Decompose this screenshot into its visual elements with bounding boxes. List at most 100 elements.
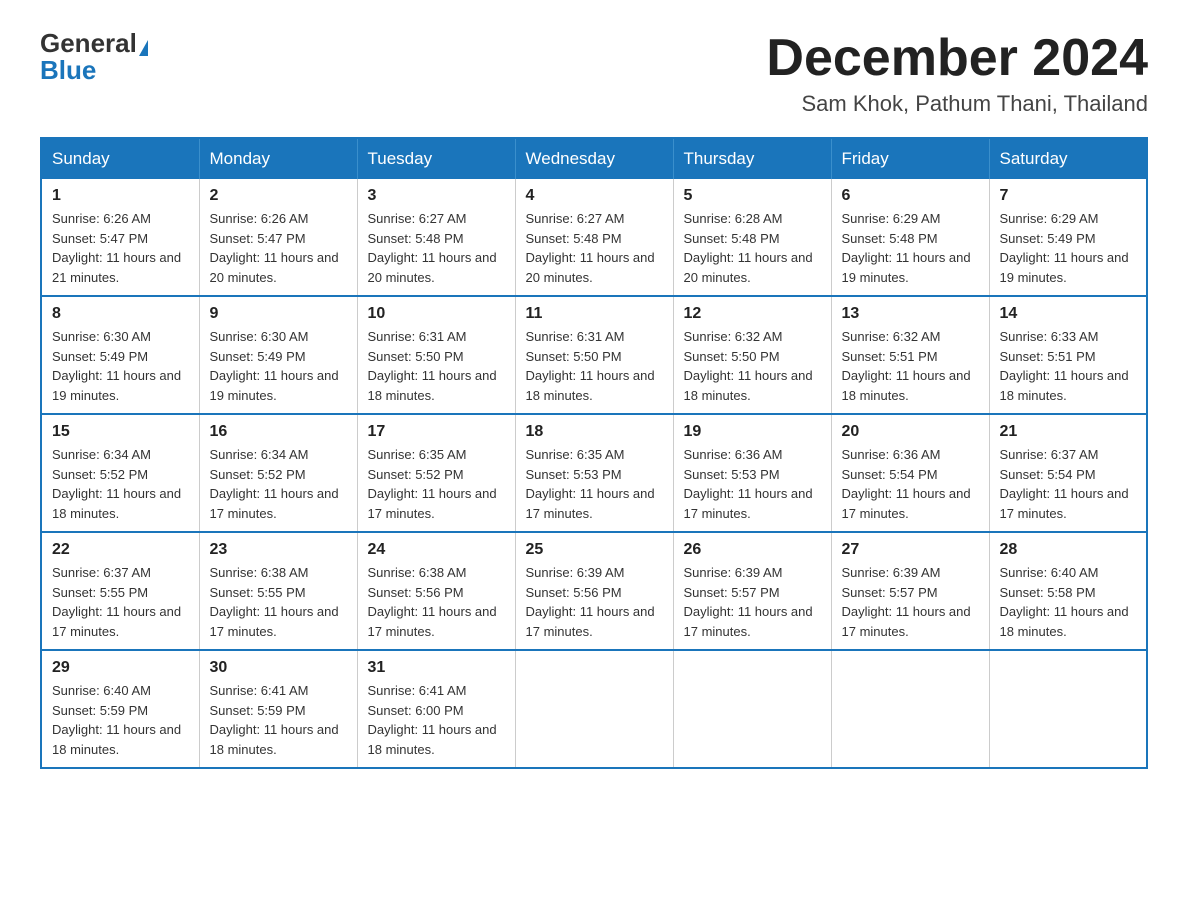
day-info: Sunrise: 6:41 AMSunset: 6:00 PMDaylight:… bbox=[368, 681, 505, 759]
logo-general-text: General bbox=[40, 28, 137, 58]
logo-triangle-icon bbox=[139, 40, 148, 56]
day-number: 19 bbox=[684, 423, 821, 441]
day-number: 21 bbox=[1000, 423, 1137, 441]
day-info: Sunrise: 6:26 AMSunset: 5:47 PMDaylight:… bbox=[52, 209, 189, 287]
calendar-week-4: 22 Sunrise: 6:37 AMSunset: 5:55 PMDayligh… bbox=[41, 532, 1147, 650]
calendar-week-2: 8 Sunrise: 6:30 AMSunset: 5:49 PMDaylight… bbox=[41, 296, 1147, 414]
calendar-cell: 20 Sunrise: 6:36 AMSunset: 5:54 PMDayligh… bbox=[831, 414, 989, 532]
calendar-cell: 24 Sunrise: 6:38 AMSunset: 5:56 PMDayligh… bbox=[357, 532, 515, 650]
day-number: 29 bbox=[52, 659, 189, 677]
day-number: 3 bbox=[368, 187, 505, 205]
calendar-cell: 14 Sunrise: 6:33 AMSunset: 5:51 PMDayligh… bbox=[989, 296, 1147, 414]
day-number: 23 bbox=[210, 541, 347, 559]
header-day-tuesday: Tuesday bbox=[357, 138, 515, 179]
calendar-cell: 29 Sunrise: 6:40 AMSunset: 5:59 PMDayligh… bbox=[41, 650, 199, 768]
day-info: Sunrise: 6:31 AMSunset: 5:50 PMDaylight:… bbox=[526, 327, 663, 405]
day-info: Sunrise: 6:30 AMSunset: 5:49 PMDaylight:… bbox=[210, 327, 347, 405]
location-text: Sam Khok, Pathum Thani, Thailand bbox=[766, 91, 1148, 117]
calendar-cell: 26Sunrise: 6:39 AMSunset: 5:57 PMDayligh… bbox=[673, 532, 831, 650]
day-number: 11 bbox=[526, 305, 663, 323]
day-number: 12 bbox=[684, 305, 821, 323]
day-number: 20 bbox=[842, 423, 979, 441]
day-number: 5 bbox=[684, 187, 821, 205]
header-day-friday: Friday bbox=[831, 138, 989, 179]
calendar-table: SundayMondayTuesdayWednesdayThursdayFrid… bbox=[40, 137, 1148, 769]
day-number: 25 bbox=[526, 541, 663, 559]
calendar-cell: 8 Sunrise: 6:30 AMSunset: 5:49 PMDaylight… bbox=[41, 296, 199, 414]
day-info: Sunrise: 6:32 AMSunset: 5:50 PMDaylight:… bbox=[684, 327, 821, 405]
header-day-thursday: Thursday bbox=[673, 138, 831, 179]
day-number: 17 bbox=[368, 423, 505, 441]
day-info: Sunrise: 6:29 AMSunset: 5:48 PMDaylight:… bbox=[842, 209, 979, 287]
day-info: Sunrise: 6:29 AMSunset: 5:49 PMDaylight:… bbox=[1000, 209, 1137, 287]
calendar-cell: 16 Sunrise: 6:34 AMSunset: 5:52 PMDayligh… bbox=[199, 414, 357, 532]
calendar-cell: 2Sunrise: 6:26 AMSunset: 5:47 PMDaylight… bbox=[199, 179, 357, 296]
day-info: Sunrise: 6:35 AMSunset: 5:53 PMDaylight:… bbox=[526, 445, 663, 523]
calendar-cell: 25 Sunrise: 6:39 AMSunset: 5:56 PMDayligh… bbox=[515, 532, 673, 650]
day-number: 27 bbox=[842, 541, 979, 559]
calendar-cell: 28 Sunrise: 6:40 AMSunset: 5:58 PMDayligh… bbox=[989, 532, 1147, 650]
calendar-cell: 27 Sunrise: 6:39 AMSunset: 5:57 PMDayligh… bbox=[831, 532, 989, 650]
calendar-cell: 21 Sunrise: 6:37 AMSunset: 5:54 PMDayligh… bbox=[989, 414, 1147, 532]
header-row: SundayMondayTuesdayWednesdayThursdayFrid… bbox=[41, 138, 1147, 179]
logo-top: General bbox=[40, 30, 148, 57]
day-info: Sunrise: 6:36 AMSunset: 5:54 PMDaylight:… bbox=[842, 445, 979, 523]
day-info: Sunrise: 6:31 AMSunset: 5:50 PMDaylight:… bbox=[368, 327, 505, 405]
day-info: Sunrise: 6:38 AMSunset: 5:55 PMDaylight:… bbox=[210, 563, 347, 641]
calendar-cell: 3 Sunrise: 6:27 AMSunset: 5:48 PMDaylight… bbox=[357, 179, 515, 296]
day-number: 30 bbox=[210, 659, 347, 677]
calendar-body: 1 Sunrise: 6:26 AMSunset: 5:47 PMDaylight… bbox=[41, 179, 1147, 768]
day-info: Sunrise: 6:27 AMSunset: 5:48 PMDaylight:… bbox=[526, 209, 663, 287]
day-info: Sunrise: 6:41 AMSunset: 5:59 PMDaylight:… bbox=[210, 681, 347, 759]
calendar-week-5: 29 Sunrise: 6:40 AMSunset: 5:59 PMDayligh… bbox=[41, 650, 1147, 768]
day-info: Sunrise: 6:32 AMSunset: 5:51 PMDaylight:… bbox=[842, 327, 979, 405]
header-day-wednesday: Wednesday bbox=[515, 138, 673, 179]
calendar-cell: 5Sunrise: 6:28 AMSunset: 5:48 PMDaylight… bbox=[673, 179, 831, 296]
day-number: 8 bbox=[52, 305, 189, 323]
day-number: 16 bbox=[210, 423, 347, 441]
calendar-cell: 30 Sunrise: 6:41 AMSunset: 5:59 PMDayligh… bbox=[199, 650, 357, 768]
logo: General Blue bbox=[40, 30, 148, 83]
day-number: 22 bbox=[52, 541, 189, 559]
logo-blue-text: Blue bbox=[40, 57, 96, 83]
calendar-week-1: 1 Sunrise: 6:26 AMSunset: 5:47 PMDaylight… bbox=[41, 179, 1147, 296]
day-info: Sunrise: 6:39 AMSunset: 5:57 PMDaylight:… bbox=[842, 563, 979, 641]
day-number: 14 bbox=[1000, 305, 1137, 323]
day-info: Sunrise: 6:39 AMSunset: 5:56 PMDaylight:… bbox=[526, 563, 663, 641]
day-number: 28 bbox=[1000, 541, 1137, 559]
calendar-cell: 22 Sunrise: 6:37 AMSunset: 5:55 PMDayligh… bbox=[41, 532, 199, 650]
calendar-cell bbox=[831, 650, 989, 768]
day-info: Sunrise: 6:39 AMSunset: 5:57 PMDaylight:… bbox=[684, 563, 821, 641]
day-number: 18 bbox=[526, 423, 663, 441]
calendar-cell: 15Sunrise: 6:34 AMSunset: 5:52 PMDayligh… bbox=[41, 414, 199, 532]
page-header: General Blue December 2024 Sam Khok, Pat… bbox=[40, 30, 1148, 117]
day-info: Sunrise: 6:40 AMSunset: 5:58 PMDaylight:… bbox=[1000, 563, 1137, 641]
day-info: Sunrise: 6:27 AMSunset: 5:48 PMDaylight:… bbox=[368, 209, 505, 287]
day-number: 24 bbox=[368, 541, 505, 559]
header-right: December 2024 Sam Khok, Pathum Thani, Th… bbox=[766, 30, 1148, 117]
day-number: 2 bbox=[210, 187, 347, 205]
day-info: Sunrise: 6:38 AMSunset: 5:56 PMDaylight:… bbox=[368, 563, 505, 641]
day-info: Sunrise: 6:35 AMSunset: 5:52 PMDaylight:… bbox=[368, 445, 505, 523]
calendar-cell: 9 Sunrise: 6:30 AMSunset: 5:49 PMDaylight… bbox=[199, 296, 357, 414]
day-number: 1 bbox=[52, 187, 189, 205]
calendar-cell: 23 Sunrise: 6:38 AMSunset: 5:55 PMDayligh… bbox=[199, 532, 357, 650]
calendar-week-3: 15Sunrise: 6:34 AMSunset: 5:52 PMDayligh… bbox=[41, 414, 1147, 532]
day-info: Sunrise: 6:37 AMSunset: 5:54 PMDaylight:… bbox=[1000, 445, 1137, 523]
day-info: Sunrise: 6:33 AMSunset: 5:51 PMDaylight:… bbox=[1000, 327, 1137, 405]
day-info: Sunrise: 6:36 AMSunset: 5:53 PMDaylight:… bbox=[684, 445, 821, 523]
calendar-cell: 17 Sunrise: 6:35 AMSunset: 5:52 PMDayligh… bbox=[357, 414, 515, 532]
day-number: 9 bbox=[210, 305, 347, 323]
day-number: 13 bbox=[842, 305, 979, 323]
calendar-cell: 19 Sunrise: 6:36 AMSunset: 5:53 PMDayligh… bbox=[673, 414, 831, 532]
day-number: 6 bbox=[842, 187, 979, 205]
day-number: 10 bbox=[368, 305, 505, 323]
day-info: Sunrise: 6:40 AMSunset: 5:59 PMDaylight:… bbox=[52, 681, 189, 759]
day-info: Sunrise: 6:34 AMSunset: 5:52 PMDaylight:… bbox=[210, 445, 347, 523]
day-number: 7 bbox=[1000, 187, 1137, 205]
calendar-cell: 7 Sunrise: 6:29 AMSunset: 5:49 PMDaylight… bbox=[989, 179, 1147, 296]
day-info: Sunrise: 6:37 AMSunset: 5:55 PMDaylight:… bbox=[52, 563, 189, 641]
day-info: Sunrise: 6:30 AMSunset: 5:49 PMDaylight:… bbox=[52, 327, 189, 405]
calendar-cell: 18 Sunrise: 6:35 AMSunset: 5:53 PMDayligh… bbox=[515, 414, 673, 532]
header-day-saturday: Saturday bbox=[989, 138, 1147, 179]
